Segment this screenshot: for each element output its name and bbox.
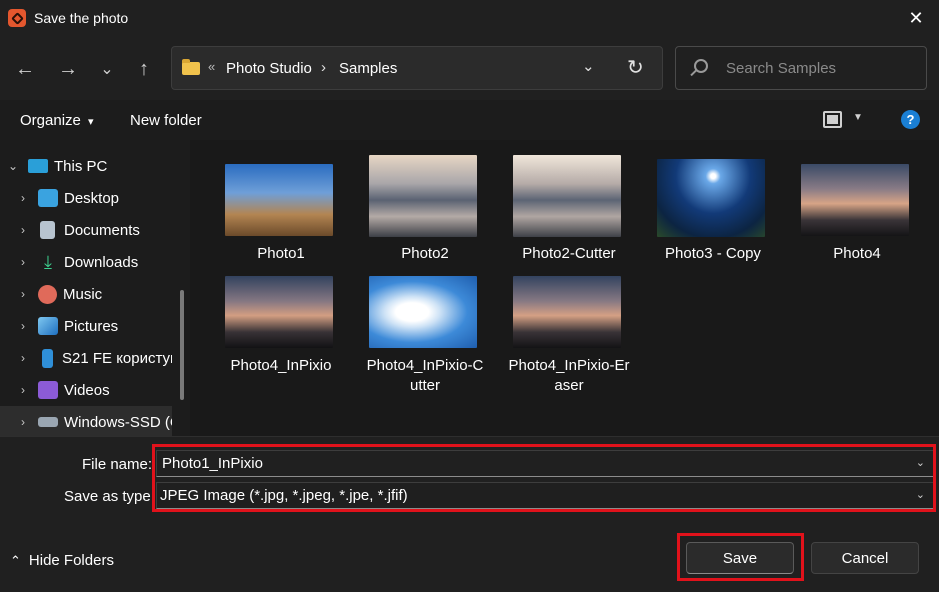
sidebar-item-label: Downloads [64,253,139,271]
sidebar-item-documents[interactable]: › Documents [0,214,172,246]
sidebar-scrollbar[interactable] [180,290,184,400]
search-input[interactable]: Search Samples [675,46,927,90]
file-name-label: Photo4_InPixio-Er aser [508,357,630,394]
recent-locations-chevron-icon[interactable]: ⌄ [92,54,122,84]
file-thumbnail [369,276,477,348]
file-name-label: File name: [82,456,153,473]
organize-label: Organize [20,112,81,129]
file-name-label: Photo4_InPixio-C utter [366,357,484,394]
address-dropdown-icon[interactable]: ⌄ [582,57,595,75]
sidebar-item-windows-ssd[interactable]: › Windows-SSD (C [0,406,172,436]
pictures-icon [38,317,58,335]
file-item-photo2[interactable]: Photo2 [356,150,494,270]
sidebar-item-label: Windows-SSD (C [64,413,172,431]
navigation-bar: ← → ⌄ ↑ « Photo Studio › Samples ⌄ ↻ Sea… [0,36,939,100]
help-icon[interactable]: ? [901,110,920,129]
navigation-pane: ⌄ This PC › Desktop › Documents › ⤓ Down… [0,140,190,436]
sidebar-item-music[interactable]: › Music [0,278,172,310]
desktop-icon [38,189,58,207]
view-dropdown-icon[interactable]: ▼ [853,112,863,123]
sidebar-item-pictures[interactable]: › Pictures [0,310,172,342]
file-item-photo4[interactable]: Photo4 [788,150,926,270]
back-button[interactable]: ← [10,54,40,84]
expand-chevron-icon[interactable]: › [16,287,30,301]
videos-icon [38,381,58,399]
folder-icon [182,59,200,75]
command-bar: Organize ▾ New folder ▼ [0,100,939,140]
close-button[interactable]: ✕ [893,0,939,36]
refresh-icon[interactable]: ↻ [627,55,644,80]
forward-button[interactable]: → [53,54,83,84]
app-logo-icon [8,9,26,27]
breadcrumb-overflow-icon[interactable]: « [208,59,215,74]
sidebar-item-label: This PC [54,157,108,175]
file-name-label: Photo1 [257,245,305,262]
search-placeholder: Search Samples [726,60,837,77]
sidebar-item-label: Pictures [64,317,119,335]
expand-chevron-icon[interactable]: › [16,191,30,205]
address-bar[interactable]: « Photo Studio › Samples ⌄ ↻ [171,46,663,90]
file-name-label: Photo2-Cutter [522,245,616,262]
breadcrumb-photo-studio[interactable]: Photo Studio [226,60,312,77]
cancel-button[interactable]: Cancel [811,542,919,574]
title-bar: Save the photo ✕ [0,0,939,36]
sidebar-item-phone[interactable]: › S21 FE користув [0,342,172,374]
expand-chevron-icon[interactable]: › [16,255,30,269]
hide-folders-button[interactable]: ⌃ Hide Folders [10,552,114,569]
search-icon [694,59,708,73]
monitor-icon [28,159,48,173]
file-thumbnail [801,164,909,236]
file-item-photo4-inpixio[interactable]: Photo4_InPixio [212,272,350,402]
sidebar-item-label: Desktop [64,189,120,207]
save-button[interactable]: Save [686,542,794,574]
file-thumbnail [513,276,621,348]
sidebar-item-downloads[interactable]: › ⤓ Downloads [0,246,172,278]
music-icon [38,284,57,304]
file-thumbnail [225,164,333,236]
window-title: Save the photo [34,10,129,26]
hide-folders-label: Hide Folders [28,552,114,569]
sidebar-item-label: Videos [64,381,110,399]
file-item-photo2-cutter[interactable]: Photo2-Cutter [500,150,638,270]
expand-chevron-icon[interactable]: › [16,319,30,333]
expand-chevron-icon[interactable]: › [16,383,30,397]
file-thumbnail [513,155,621,237]
sidebar-item-label: Music [63,285,103,303]
file-list: Photo1 Photo2 Photo2-Cutter Photo3 - Cop… [198,140,939,436]
sidebar-item-label: S21 FE користув [62,349,172,367]
file-name-label: Photo3 - Copy [665,245,761,262]
sidebar-item-this-pc[interactable]: ⌄ This PC [0,150,172,182]
expand-chevron-icon[interactable]: ⌄ [6,159,20,173]
sidebar-item-desktop[interactable]: › Desktop [0,182,172,214]
file-item-photo3-copy[interactable]: Photo3 - Copy [644,150,782,270]
file-name-label: Photo4 [833,245,881,262]
phone-icon [42,348,53,368]
file-item-photo4-inpixio-cutter[interactable]: Photo4_InPixio-C utter [356,272,494,402]
file-item-photo1[interactable]: Photo1 [212,150,350,270]
highlight-frame-file-fields [152,444,936,512]
expand-chevron-icon[interactable]: › [16,351,30,365]
up-button[interactable]: ↑ [129,54,159,84]
file-item-photo4-inpixio-eraser[interactable]: Photo4_InPixio-Er aser [500,272,638,402]
chevron-up-icon: ⌃ [10,552,21,568]
breadcrumb-samples[interactable]: Samples [339,60,397,77]
sidebar-item-label: Documents [64,221,140,239]
file-name-label: Photo4_InPixio [230,357,332,374]
file-name-label: Photo2 [401,245,449,262]
documents-icon [40,221,55,239]
save-as-type-label: Save as type: [64,488,155,505]
expand-chevron-icon[interactable]: › [16,223,30,237]
view-layout-icon[interactable] [823,111,842,128]
expand-chevron-icon[interactable]: › [16,415,30,429]
sidebar-item-videos[interactable]: › Videos [0,374,172,406]
downloads-icon: ⤓ [44,252,52,272]
breadcrumb-separator-icon[interactable]: › [321,59,326,76]
file-thumbnail [369,155,477,237]
organize-dropdown-icon: ▾ [88,116,94,128]
drive-icon [38,417,58,427]
new-folder-button[interactable]: New folder [130,112,202,129]
file-thumbnail [657,159,765,237]
file-thumbnail [225,276,333,348]
organize-button[interactable]: Organize ▾ [20,112,94,129]
